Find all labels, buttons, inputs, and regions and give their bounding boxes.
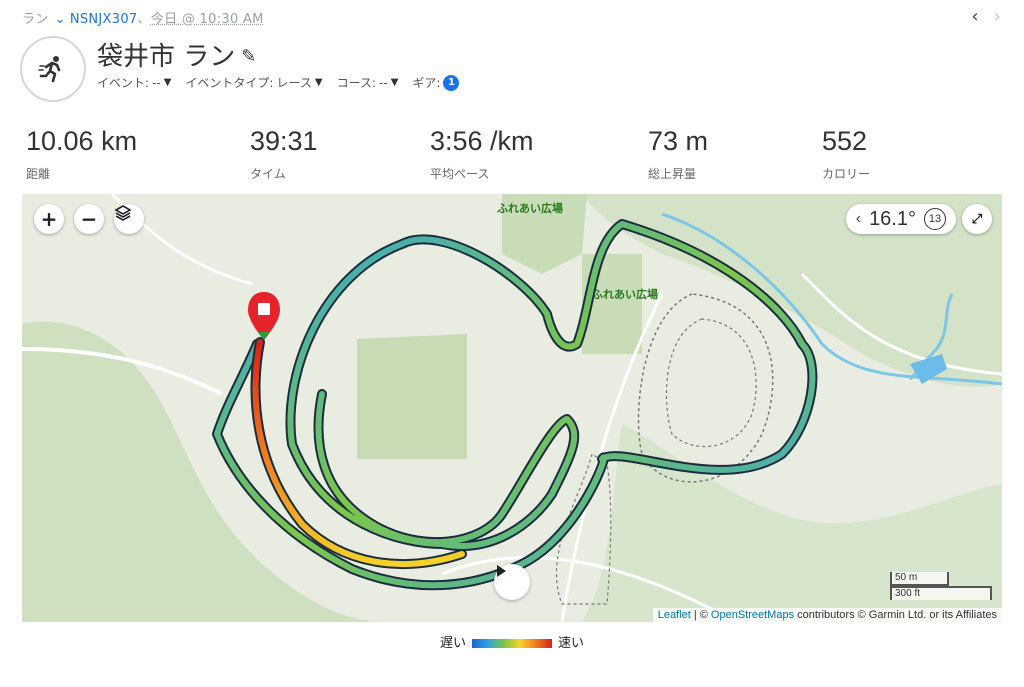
gear-label: ギア: <box>412 76 441 90</box>
stat-distance: 10.06 km 距離 <box>26 126 137 182</box>
place-label: ふれあい広場 <box>497 201 563 215</box>
course-dropdown[interactable]: コース: -- ▼ <box>337 74 399 91</box>
breadcrumb-separator: 、 <box>137 12 151 27</box>
caret-down-icon: ▼ <box>314 77 323 88</box>
stats-row: 10.06 km 距離 39:31 タイム 3:56 /km 平均ペース 73 … <box>0 126 1024 186</box>
play-icon <box>497 565 506 577</box>
stat-value: 73 m <box>648 126 709 156</box>
stat-avg-pace: 3:56 /km 平均ペース <box>430 126 534 182</box>
activity-datetime: 今日 @ 10:30 AM <box>150 12 264 27</box>
expand-icon[interactable]: ⤢ <box>962 204 992 234</box>
stat-label: 距離 <box>26 167 51 181</box>
stat-value: 39:31 <box>250 126 318 156</box>
breadcrumb: ラン ⌄ NSNJX307、今日 @ 10:30 AM <box>22 8 264 27</box>
layers-icon[interactable] <box>114 204 144 234</box>
stat-value: 10.06 km <box>26 126 138 156</box>
event-type-value: レース <box>276 76 312 90</box>
activity-type-link[interactable]: ラン <box>22 12 49 27</box>
caret-down-icon: ▼ <box>163 77 172 88</box>
chevron-left-icon[interactable]: ‹ <box>964 6 986 27</box>
zoom-in-button[interactable]: + <box>34 204 64 234</box>
temperature-value: 16.1° <box>869 207 916 230</box>
activity-title-text[interactable]: 袋井市 ラン <box>97 42 235 72</box>
zoom-out-button[interactable]: − <box>74 204 104 234</box>
route-map[interactable]: ふれあい広場 ふれあい広場 + − ‹ 16.1° 13 ⤢ 50 m 300 … <box>22 194 1002 622</box>
osm-link[interactable]: OpenStreetMaps <box>711 609 794 621</box>
stat-value: 552 <box>822 126 868 156</box>
stat-value: 3:56 /km <box>430 126 534 156</box>
event-value: -- <box>152 75 161 90</box>
device-link[interactable]: NSNJX307 <box>70 12 138 27</box>
weather-widget[interactable]: ‹ 16.1° 13 <box>845 204 956 234</box>
stat-time: 39:31 タイム <box>250 126 318 182</box>
map-scale: 50 m 300 ft <box>890 572 992 600</box>
map-canvas[interactable]: ふれあい広場 ふれあい広場 <box>22 194 1002 622</box>
stat-label: 平均ペース <box>430 167 490 181</box>
stat-calories: 552 カロリー <box>822 126 870 182</box>
attrib-text: contributors © Garmin Ltd. or its Affili… <box>794 609 997 621</box>
leaflet-link[interactable]: Leaflet <box>658 609 691 621</box>
stat-elevation-gain: 73 m 総上昇量 <box>648 126 708 182</box>
event-type-dropdown[interactable]: イベントタイプ: レース ▼ <box>185 74 322 91</box>
attrib-sep: | © <box>690 609 711 621</box>
activity-title[interactable]: 袋井市 ラン ✎ <box>97 36 256 73</box>
pace-gradient-bar <box>472 639 552 648</box>
scale-imperial: 300 ft <box>890 586 992 600</box>
pace-legend: 遅い 速い <box>0 632 1024 651</box>
course-value: -- <box>379 75 388 90</box>
legend-fast-label: 速い <box>558 636 585 651</box>
stat-label: カロリー <box>822 167 871 181</box>
course-label: コース: <box>336 76 377 90</box>
place-label: ふれあい広場 <box>592 287 658 301</box>
activity-meta: イベント: -- ▼ イベントタイプ: レース ▼ コース: -- ▼ ギア: 1 <box>97 74 460 91</box>
play-button[interactable] <box>494 564 530 600</box>
event-type-label: イベントタイプ: <box>185 76 274 90</box>
event-dropdown[interactable]: イベント: -- ▼ <box>97 74 171 91</box>
map-attribution: Leaflet | © OpenStreetMaps contributors … <box>652 608 1002 622</box>
gear-count-badge[interactable]: 1 <box>443 74 460 91</box>
gear-link[interactable]: ギア: 1 <box>412 74 460 91</box>
chevron-left-icon[interactable]: ‹ <box>856 210 861 228</box>
caret-down-icon: ▼ <box>390 77 399 88</box>
running-person-icon <box>20 36 86 102</box>
field-area <box>357 334 467 459</box>
chevron-down-icon[interactable]: ⌄ <box>55 12 66 27</box>
chevron-right-icon[interactable]: › <box>986 6 1008 27</box>
pencil-icon[interactable]: ✎ <box>241 46 256 67</box>
stat-label: 総上昇量 <box>648 167 697 181</box>
weather-badge: 13 <box>924 208 946 230</box>
legend-slow-label: 遅い <box>439 636 466 651</box>
scale-metric: 50 m <box>890 572 949 586</box>
activity-nav: ‹ › <box>964 6 1008 27</box>
event-label: イベント: <box>97 76 150 90</box>
stat-label: タイム <box>250 167 286 181</box>
